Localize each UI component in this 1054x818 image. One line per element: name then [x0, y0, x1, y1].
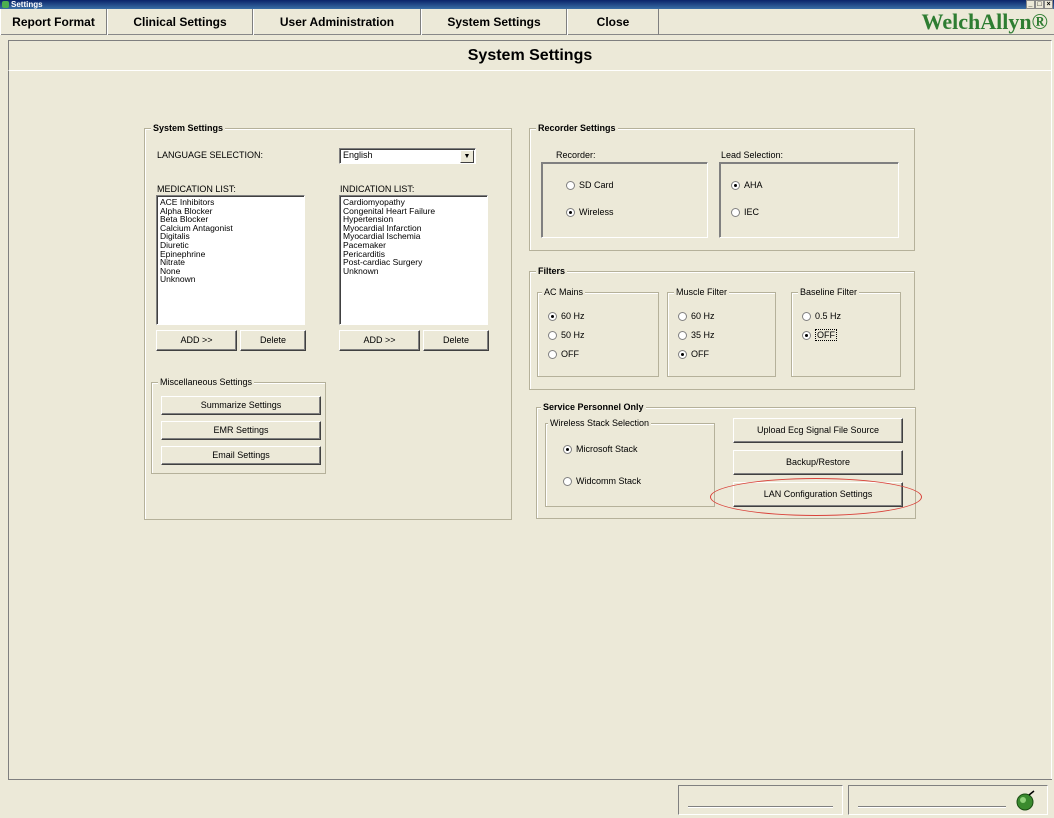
medication-label: MEDICATION LIST: [157, 184, 236, 194]
filters-title: Filters [536, 266, 568, 276]
language-label: LANGUAGE SELECTION: [157, 150, 264, 160]
muscle-35hz-radio[interactable]: 35 Hz [678, 330, 715, 341]
iec-label: IEC [744, 207, 760, 217]
radio-icon [563, 477, 572, 487]
muscle-60hz-radio[interactable]: 60 Hz [678, 311, 715, 322]
muscle-off-label: OFF [691, 349, 709, 359]
status-progress-1 [688, 806, 833, 808]
app-icon [2, 1, 9, 8]
radio-selected-icon [548, 312, 557, 322]
page-header: System Settings [8, 40, 1052, 71]
microsoft-stack-radio[interactable]: Microsoft Stack [563, 444, 638, 455]
highlight-ellipse [710, 478, 922, 516]
recorder-label: Recorder: [556, 150, 596, 160]
status-panel-1 [678, 785, 843, 815]
ac-off-radio[interactable]: OFF [548, 349, 579, 360]
ac-60hz-label: 60 Hz [561, 311, 585, 321]
window-title-bar: Settings _ □ × [0, 0, 1054, 9]
muscle-60hz-label: 60 Hz [691, 311, 715, 321]
indication-label: INDICATION LIST: [340, 184, 415, 194]
tab-report-format[interactable]: Report Format [0, 9, 107, 35]
tab-close[interactable]: Close [567, 9, 659, 35]
recorder-settings-title: Recorder Settings [536, 123, 618, 133]
emr-settings-button[interactable]: EMR Settings [161, 421, 321, 440]
language-value: English [343, 150, 373, 160]
tab-user-administration[interactable]: User Administration [253, 9, 421, 35]
radio-icon [548, 350, 557, 360]
baseline-05hz-radio[interactable]: 0.5 Hz [802, 311, 842, 322]
iec-radio[interactable]: IEC [731, 207, 760, 218]
sd-card-label: SD Card [579, 180, 614, 190]
radio-icon [566, 181, 575, 191]
indication-list[interactable]: Cardiomyopathy Congenital Heart Failure … [339, 195, 488, 325]
baseline-05hz-label: 0.5 Hz [815, 311, 842, 321]
lead-selection-label: Lead Selection: [721, 150, 784, 160]
medication-delete-button[interactable]: Delete [240, 330, 306, 351]
list-item[interactable]: Unknown [343, 267, 484, 276]
service-personnel-title: Service Personnel Only [541, 402, 646, 412]
aha-label: AHA [744, 180, 763, 190]
ac-60hz-radio[interactable]: 60 Hz [548, 311, 585, 322]
muscle-off-radio[interactable]: OFF [678, 349, 709, 360]
window-title: Settings [11, 0, 43, 9]
minimize-icon[interactable]: _ [1026, 0, 1035, 9]
ac-50hz-label: 50 Hz [561, 330, 585, 340]
brand-logo: WelchAllyn® [921, 9, 1048, 34]
radio-icon [548, 331, 557, 341]
radio-icon [678, 312, 687, 322]
language-select[interactable]: English ▼ [339, 148, 476, 164]
wireless-stack-title: Wireless Stack Selection [548, 418, 652, 428]
baseline-off-radio[interactable]: OFF [802, 329, 837, 341]
aha-radio[interactable]: AHA [731, 180, 763, 191]
medication-list[interactable]: ACE Inhibitors Alpha Blocker Beta Blocke… [156, 195, 305, 325]
baseline-filter-title: Baseline Filter [798, 287, 860, 297]
ac-mains-title: AC Mains [542, 287, 586, 297]
radio-selected-icon [731, 181, 740, 191]
radio-icon [731, 208, 740, 218]
widcomm-stack-radio[interactable]: Widcomm Stack [563, 476, 642, 487]
summarize-settings-button[interactable]: Summarize Settings [161, 396, 321, 415]
muscle-35hz-label: 35 Hz [691, 330, 715, 340]
system-settings-title: System Settings [151, 123, 226, 133]
indication-add-button[interactable]: ADD >> [339, 330, 420, 351]
lead-box [719, 162, 899, 238]
sd-card-radio[interactable]: SD Card [566, 180, 614, 191]
tab-system-settings[interactable]: System Settings [421, 9, 567, 35]
backup-restore-button[interactable]: Backup/Restore [733, 450, 903, 475]
status-progress-2 [858, 806, 1006, 808]
misc-settings-title: Miscellaneous Settings [158, 377, 255, 387]
medication-add-button[interactable]: ADD >> [156, 330, 237, 351]
ac-off-label: OFF [561, 349, 579, 359]
chevron-down-icon[interactable]: ▼ [460, 150, 474, 163]
restore-icon[interactable]: □ [1035, 0, 1044, 9]
microsoft-stack-label: Microsoft Stack [576, 444, 638, 454]
wireless-label: Wireless [579, 207, 614, 217]
indication-delete-button[interactable]: Delete [423, 330, 489, 351]
muscle-filter-title: Muscle Filter [674, 287, 730, 297]
radio-icon [802, 312, 811, 322]
list-item[interactable]: Unknown [160, 275, 301, 284]
radio-icon [678, 331, 687, 341]
email-settings-button[interactable]: Email Settings [161, 446, 321, 465]
close-window-icon[interactable]: × [1044, 0, 1053, 9]
baseline-off-label: OFF [815, 329, 837, 341]
radio-selected-icon [678, 350, 687, 360]
ac-50hz-radio[interactable]: 50 Hz [548, 330, 585, 341]
upload-ecg-button[interactable]: Upload Ecg Signal File Source [733, 418, 903, 443]
status-panel-2 [848, 785, 1048, 815]
radio-selected-icon [802, 331, 811, 341]
tab-clinical-settings[interactable]: Clinical Settings [107, 9, 253, 35]
page-title: System Settings [467, 47, 593, 64]
wireless-radio[interactable]: Wireless [566, 207, 614, 218]
radio-selected-icon [563, 445, 572, 455]
connection-status-icon [1016, 790, 1035, 811]
wireless-stack-group: Wireless Stack Selection [545, 418, 715, 507]
recorder-box [541, 162, 708, 238]
radio-selected-icon [566, 208, 575, 218]
list-item[interactable]: Nitrate [160, 258, 301, 267]
main-nav: Report Format Clinical Settings User Adm… [0, 9, 1054, 35]
widcomm-stack-label: Widcomm Stack [576, 476, 642, 486]
